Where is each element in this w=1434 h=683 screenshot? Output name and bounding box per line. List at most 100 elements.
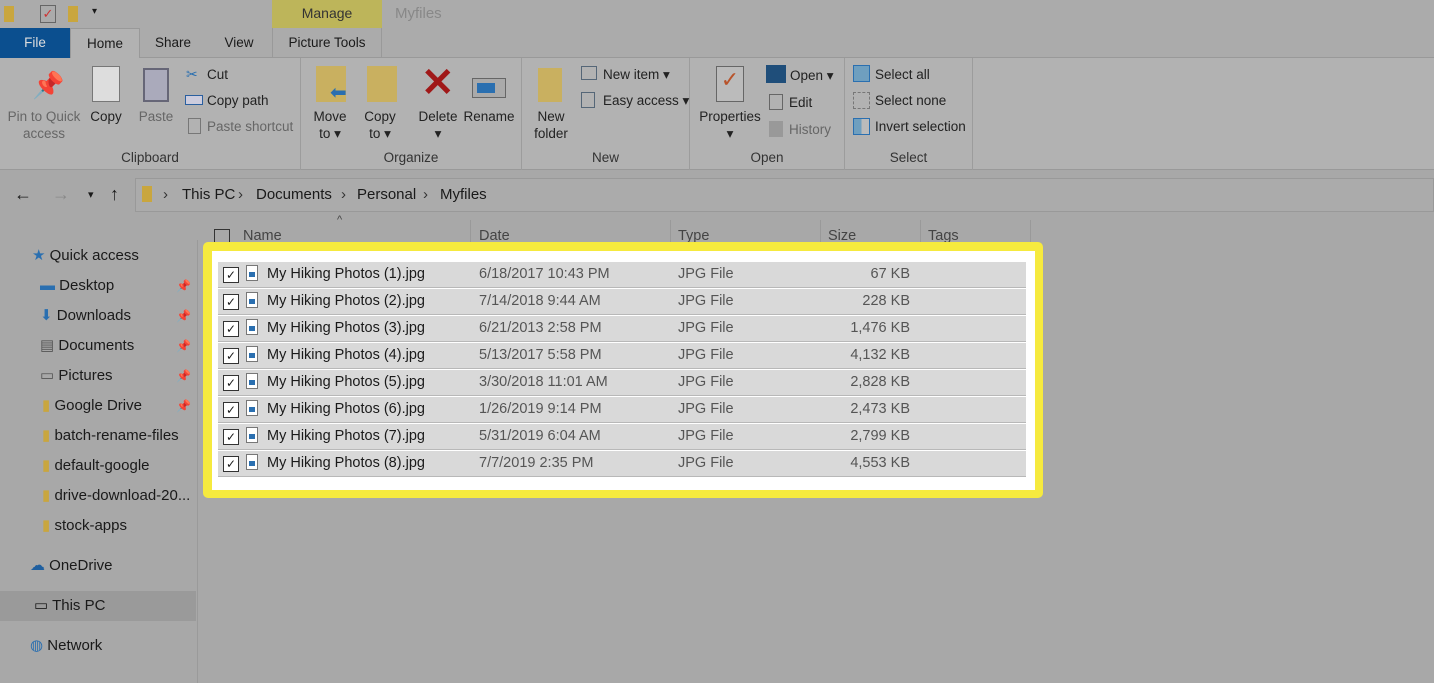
up-button[interactable]: ↑ [110,184,119,205]
copy-path-button[interactable]: Copy path [207,93,269,108]
file-date: 5/31/2019 6:04 AM [479,428,601,444]
row-checkbox[interactable]: ✓ [223,375,239,391]
cut-button[interactable]: Cut [207,67,228,82]
copy-button[interactable]: Copy [86,108,126,125]
select-none-button[interactable]: Select none [875,93,946,108]
file-size: 2,828 KB [850,374,910,390]
easy-access-button[interactable]: Easy access ▾ [603,93,689,109]
file-row[interactable]: ✓ My Hiking Photos (3).jpg 6/21/2013 2:5… [218,316,1026,342]
recent-locations-button[interactable]: ▾ [88,188,94,201]
pin-icon[interactable]: 📌 [176,391,191,421]
cloud-icon: ☁ [30,557,45,574]
paste-shortcut-icon [188,118,201,134]
file-name: My Hiking Photos (3).jpg [267,320,425,336]
file-date: 7/7/2019 2:35 PM [479,455,594,471]
folder-icon [142,186,152,202]
pin-icon[interactable]: 📌 [176,361,191,391]
open-button[interactable]: Open ▾ [790,68,834,84]
group-label: Open [750,150,784,165]
scissors-icon: ✂ [186,66,198,82]
sidebar-item[interactable]: ▮ Google Drive 📌 [0,391,196,421]
sidebar-item[interactable]: ▬ Desktop 📌 [0,271,196,301]
sidebar-quick-access[interactable]: ★ Quick access [0,241,196,271]
row-checkbox[interactable]: ✓ [223,456,239,472]
download-icon: ⬇ [40,307,53,324]
tab-view[interactable]: View [206,28,272,58]
documents-icon: ▤ [40,337,55,354]
label: batch-rename-files [54,427,179,444]
row-checkbox[interactable]: ✓ [223,267,239,283]
new-item-icon [581,66,597,80]
sidebar-item[interactable]: ⬇ Downloads 📌 [0,301,196,331]
label: Quick access [49,247,139,264]
label: Documents [58,337,135,354]
file-name: My Hiking Photos (4).jpg [267,347,425,363]
breadcrumb-personal[interactable]: Personal [357,186,416,203]
file-date: 6/18/2017 10:43 PM [479,266,610,282]
invert-selection-button[interactable]: Invert selection [875,119,966,134]
sidebar-this-pc[interactable]: ▭ This PC [0,591,196,621]
tab-picture-tools[interactable]: Picture Tools [272,28,382,58]
new-folder-button[interactable]: New folder [528,108,574,142]
label: default-google [54,457,150,474]
paste-button[interactable]: Paste [135,108,177,125]
forward-button[interactable]: → [52,184,70,205]
sidebar-item[interactable]: ▤ Documents 📌 [0,331,196,361]
back-button[interactable]: ← [14,184,32,205]
row-checkbox[interactable]: ✓ [223,294,239,310]
pin-icon[interactable]: 📌 [176,271,191,301]
sidebar-item[interactable]: ▮ default-google [0,451,196,481]
copy-to-button[interactable]: Copy to ▾ [360,108,400,142]
history-icon [769,121,783,137]
tab-share[interactable]: Share [140,28,206,58]
paste-shortcut-button[interactable]: Paste shortcut [207,119,293,134]
row-checkbox[interactable]: ✓ [223,348,239,364]
row-checkbox[interactable]: ✓ [223,402,239,418]
properties-quick-icon[interactable]: ✓ [40,5,56,23]
new-folder-quick-icon[interactable] [68,6,78,22]
pin-icon[interactable]: 📌 [176,301,191,331]
move-to-button[interactable]: Move to ▾ [310,108,350,142]
file-size: 1,476 KB [850,320,910,336]
file-type: JPG File [678,266,734,282]
sidebar-item[interactable]: ▮ drive-download-20... [0,481,196,511]
select-all-button[interactable]: Select all [875,67,930,82]
sidebar-item[interactable]: ▮ stock-apps [0,511,196,541]
image-file-icon [246,292,258,308]
breadcrumb-this-pc[interactable]: This PC [182,186,235,203]
tab-home[interactable]: Home [70,28,140,58]
rename-button[interactable]: Rename [462,108,516,125]
properties-button[interactable]: Properties ▾ [696,108,764,142]
pin-icon[interactable]: 📌 [176,331,191,361]
breadcrumb-documents[interactable]: Documents [256,186,332,203]
row-checkbox[interactable]: ✓ [223,321,239,337]
tab-file[interactable]: File [0,28,70,58]
breadcrumb-myfiles[interactable]: Myfiles [440,186,487,203]
select-all-icon [853,65,870,82]
file-type: JPG File [678,455,734,471]
label: Downloads [56,307,131,324]
new-item-button[interactable]: New item ▾ [603,67,670,83]
history-button[interactable]: History [789,122,831,137]
file-row[interactable]: ✓ My Hiking Photos (2).jpg 7/14/2018 9:4… [218,289,1026,315]
file-name: My Hiking Photos (7).jpg [267,428,425,444]
pin-to-quick-access-button[interactable]: Pin to Quick access [4,108,84,142]
manage-tab[interactable]: Manage [272,0,382,28]
file-row[interactable]: ✓ My Hiking Photos (1).jpg 6/18/2017 10:… [218,262,1026,288]
folder-icon: ▮ [42,397,51,414]
file-row[interactable]: ✓ My Hiking Photos (6).jpg 1/26/2019 9:1… [218,397,1026,423]
file-row[interactable]: ✓ My Hiking Photos (7).jpg 5/31/2019 6:0… [218,424,1026,450]
file-date: 5/13/2017 5:58 PM [479,347,602,363]
file-row[interactable]: ✓ My Hiking Photos (5).jpg 3/30/2018 11:… [218,370,1026,396]
file-row[interactable]: ✓ My Hiking Photos (8).jpg 7/7/2019 2:35… [218,451,1026,477]
sidebar-item[interactable]: ▭ Pictures 📌 [0,361,196,391]
delete-button[interactable]: Delete ▾ [415,108,461,142]
row-checkbox[interactable]: ✓ [223,429,239,445]
sidebar-onedrive[interactable]: ☁ OneDrive [0,551,196,581]
file-row[interactable]: ✓ My Hiking Photos (4).jpg 5/13/2017 5:5… [218,343,1026,369]
sidebar-item[interactable]: ▮ batch-rename-files [0,421,196,451]
customize-toolbar-icon[interactable]: ▾ [92,6,97,17]
sidebar-network[interactable]: ◍ Network [0,631,196,661]
file-type: JPG File [678,293,734,309]
edit-button[interactable]: Edit [789,95,812,110]
